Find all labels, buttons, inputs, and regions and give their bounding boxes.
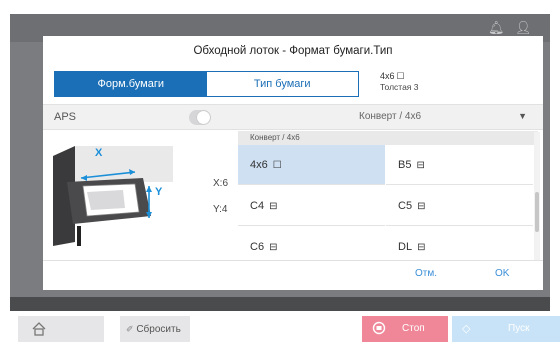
dialog-title: Обходной лоток - Формат бумаги.Тип [193,45,393,57]
size-option-4x6[interactable]: 4x6 ☐ [238,145,385,185]
paper-orientation-icon: ☐ [396,71,405,81]
size-label: B5 [398,159,412,171]
grid-scrollbar[interactable] [534,132,540,260]
start-button[interactable]: ◇ Пуск [452,316,560,342]
size-option-c4[interactable]: C4 ⊟ [238,186,385,226]
reset-icon: ✐ [126,324,134,334]
envelope-icon: ⊟ [269,242,278,253]
tab-paper-size[interactable]: Форм.бумаги [55,72,207,96]
aps-row: APS Конверт / 4x6 ▼ [43,104,543,130]
user-icon[interactable]: 👤︎ [515,20,532,36]
envelope-icon: ⊟ [416,160,425,171]
illustration-y-label: Y [155,186,163,198]
start-label: Пуск [508,323,530,334]
paper-size-grid: 4x6 ☐ B5 ⊟ C4 ⊟ C5 ⊟ C6 ⊟ DL ⊟ [238,145,533,260]
stop-icon [372,321,386,335]
size-option-dl[interactable]: DL ⊟ [386,227,533,260]
bell-icon[interactable]: 🔔︎ [488,20,505,36]
paper-type-value: Толстая 3 [380,82,419,92]
tab-paper-type[interactable]: Тип бумаги [206,72,358,96]
stop-button[interactable]: Стоп [362,316,448,342]
home-button[interactable] [18,316,104,342]
size-label: C6 [250,241,265,253]
dropdown-value: Конверт / 4x6 [359,111,422,122]
screen-footer [10,297,550,311]
reset-button[interactable]: ✐ Сбросить [120,316,190,342]
size-label: C4 [250,200,265,212]
envelope-icon: ⊟ [417,201,426,212]
chevron-down-icon: ▼ [518,111,527,121]
paper-size-dropdown[interactable]: Конверт / 4x6 ▼ [353,109,533,126]
reset-label: Сбросить [136,324,181,335]
paper-size-value: 4x6 [380,71,395,81]
x-dimension: X:6 [213,178,229,189]
aps-label: APS [54,111,77,123]
tab-bar: Форм.бумаги Тип бумаги [54,71,359,97]
cancel-button[interactable]: Отм. [415,268,437,279]
aps-toggle[interactable] [189,110,211,125]
paper-info: 4x6 ☐ Толстая 3 [380,71,419,93]
y-dimension: Y:4 [213,204,228,215]
dialog-footer: Отм. OK [43,260,543,290]
size-label: C5 [398,200,413,212]
grid-header: Конверт / 4x6 [238,131,538,145]
postcard-icon: ☐ [272,160,282,171]
stop-label: Стоп [402,323,425,334]
ok-button[interactable]: OK [495,268,509,279]
size-label: DL [398,241,413,253]
paper-size-dialog: Обходной лоток - Формат бумаги.Тип Форм.… [43,36,543,290]
toggle-knob [197,111,210,124]
size-option-b5[interactable]: B5 ⊟ [386,145,533,185]
scroll-thumb[interactable] [535,192,539,232]
envelope-icon: ⊟ [417,242,426,253]
size-option-c5[interactable]: C5 ⊟ [386,186,533,226]
illustration-x-label: X [95,147,103,159]
size-option-c6[interactable]: C6 ⊟ [238,227,385,260]
home-icon [32,322,46,336]
size-label: 4x6 [250,159,268,171]
start-icon: ◇ [462,323,471,335]
envelope-icon: ⊟ [269,201,278,212]
